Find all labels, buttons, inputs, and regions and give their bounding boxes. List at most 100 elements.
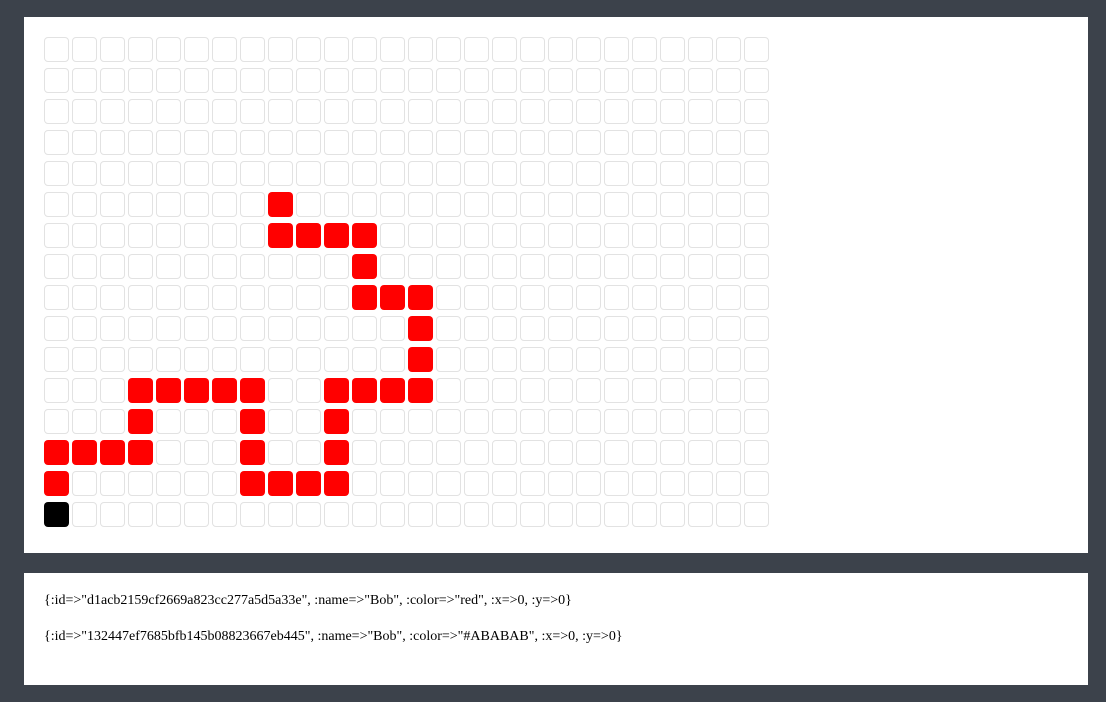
grid-cell[interactable] bbox=[744, 316, 769, 341]
grid-cell-filled[interactable] bbox=[268, 223, 293, 248]
grid-cell[interactable] bbox=[100, 285, 125, 310]
grid-cell[interactable] bbox=[576, 347, 601, 372]
grid-cell[interactable] bbox=[604, 502, 629, 527]
grid-cell-filled[interactable] bbox=[296, 223, 321, 248]
grid-cell[interactable] bbox=[100, 68, 125, 93]
grid-cell[interactable] bbox=[128, 99, 153, 124]
grid-cell[interactable] bbox=[380, 409, 405, 434]
grid-cell[interactable] bbox=[156, 285, 181, 310]
grid-cell[interactable] bbox=[520, 378, 545, 403]
grid-cell[interactable] bbox=[576, 409, 601, 434]
grid-cell[interactable] bbox=[408, 99, 433, 124]
grid-cell[interactable] bbox=[408, 471, 433, 496]
grid-cell[interactable] bbox=[212, 192, 237, 217]
grid-cell[interactable] bbox=[576, 223, 601, 248]
grid-cell[interactable] bbox=[436, 409, 461, 434]
grid-cell[interactable] bbox=[492, 68, 517, 93]
grid-cell[interactable] bbox=[688, 285, 713, 310]
grid-cell[interactable] bbox=[660, 99, 685, 124]
grid-cell[interactable] bbox=[212, 502, 237, 527]
grid-cell-filled[interactable] bbox=[156, 378, 181, 403]
grid-cell[interactable] bbox=[716, 471, 741, 496]
grid-cell[interactable] bbox=[100, 223, 125, 248]
grid-cell[interactable] bbox=[632, 254, 657, 279]
grid-cell[interactable] bbox=[548, 161, 573, 186]
grid-cell[interactable] bbox=[324, 68, 349, 93]
grid-cell[interactable] bbox=[520, 99, 545, 124]
grid-cell[interactable] bbox=[520, 223, 545, 248]
grid-cell[interactable] bbox=[548, 285, 573, 310]
grid-cell[interactable] bbox=[268, 409, 293, 434]
grid-cell[interactable] bbox=[548, 502, 573, 527]
grid-cell[interactable] bbox=[436, 347, 461, 372]
grid-cell[interactable] bbox=[520, 409, 545, 434]
grid-cell[interactable] bbox=[716, 192, 741, 217]
grid-cell[interactable] bbox=[352, 347, 377, 372]
grid-cell[interactable] bbox=[436, 471, 461, 496]
grid-cell[interactable] bbox=[184, 316, 209, 341]
grid-cell[interactable] bbox=[352, 440, 377, 465]
grid-cell[interactable] bbox=[156, 161, 181, 186]
grid-cell[interactable] bbox=[520, 254, 545, 279]
grid-cell[interactable] bbox=[660, 161, 685, 186]
grid-cell[interactable] bbox=[72, 285, 97, 310]
grid-cell[interactable] bbox=[604, 68, 629, 93]
grid-cell[interactable] bbox=[408, 502, 433, 527]
grid-cell[interactable] bbox=[128, 347, 153, 372]
grid-cell[interactable] bbox=[576, 37, 601, 62]
pixel-grid[interactable] bbox=[44, 37, 769, 527]
grid-cell[interactable] bbox=[324, 192, 349, 217]
grid-cell-filled[interactable] bbox=[240, 378, 265, 403]
grid-cell[interactable] bbox=[240, 316, 265, 341]
grid-cell[interactable] bbox=[436, 37, 461, 62]
grid-cell[interactable] bbox=[100, 192, 125, 217]
grid-cell[interactable] bbox=[268, 99, 293, 124]
grid-cell[interactable] bbox=[716, 285, 741, 310]
grid-cell[interactable] bbox=[44, 316, 69, 341]
grid-cell[interactable] bbox=[128, 37, 153, 62]
grid-cell[interactable] bbox=[520, 130, 545, 155]
grid-cell[interactable] bbox=[464, 192, 489, 217]
grid-cell[interactable] bbox=[464, 285, 489, 310]
grid-cell[interactable] bbox=[240, 502, 265, 527]
grid-cell[interactable] bbox=[548, 409, 573, 434]
grid-cell[interactable] bbox=[548, 378, 573, 403]
grid-cell-filled[interactable] bbox=[268, 192, 293, 217]
grid-cell[interactable] bbox=[408, 192, 433, 217]
grid-cell[interactable] bbox=[744, 223, 769, 248]
grid-cell[interactable] bbox=[380, 130, 405, 155]
grid-cell[interactable] bbox=[492, 192, 517, 217]
grid-cell[interactable] bbox=[688, 440, 713, 465]
grid-cell[interactable] bbox=[436, 130, 461, 155]
grid-cell[interactable] bbox=[492, 161, 517, 186]
grid-cell[interactable] bbox=[128, 285, 153, 310]
grid-cell[interactable] bbox=[352, 68, 377, 93]
grid-cell-filled[interactable] bbox=[408, 378, 433, 403]
grid-cell[interactable] bbox=[128, 254, 153, 279]
grid-cell[interactable] bbox=[436, 68, 461, 93]
grid-cell[interactable] bbox=[296, 378, 321, 403]
grid-cell[interactable] bbox=[156, 502, 181, 527]
grid-cell-filled[interactable] bbox=[100, 440, 125, 465]
grid-cell[interactable] bbox=[688, 192, 713, 217]
grid-cell[interactable] bbox=[492, 378, 517, 403]
grid-cell[interactable] bbox=[100, 99, 125, 124]
grid-cell[interactable] bbox=[212, 68, 237, 93]
grid-cell[interactable] bbox=[268, 68, 293, 93]
grid-cell[interactable] bbox=[632, 161, 657, 186]
grid-cell-filled[interactable] bbox=[352, 223, 377, 248]
grid-cell[interactable] bbox=[44, 409, 69, 434]
grid-cell[interactable] bbox=[296, 37, 321, 62]
grid-cell-filled[interactable] bbox=[408, 285, 433, 310]
grid-cell[interactable] bbox=[380, 192, 405, 217]
grid-cell-filled[interactable] bbox=[240, 440, 265, 465]
grid-cell[interactable] bbox=[184, 37, 209, 62]
grid-cell[interactable] bbox=[464, 471, 489, 496]
grid-cell[interactable] bbox=[632, 99, 657, 124]
grid-cell-filled[interactable] bbox=[128, 378, 153, 403]
grid-cell[interactable] bbox=[660, 254, 685, 279]
grid-cell[interactable] bbox=[744, 378, 769, 403]
grid-cell[interactable] bbox=[688, 316, 713, 341]
grid-cell-filled[interactable] bbox=[408, 316, 433, 341]
grid-cell[interactable] bbox=[408, 409, 433, 434]
